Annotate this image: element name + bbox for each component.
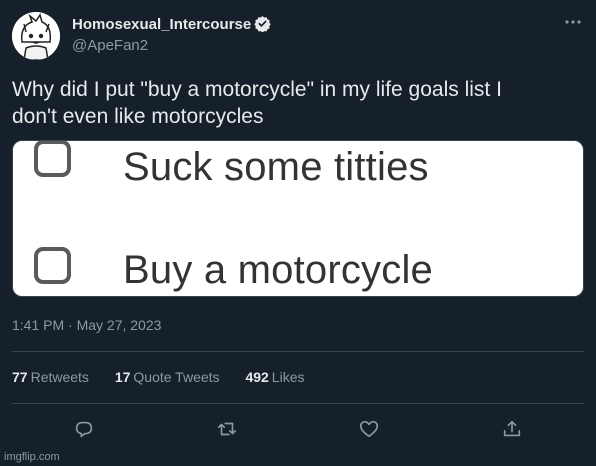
divider [12, 403, 584, 404]
likes-label: Likes [271, 369, 305, 385]
watermark: imgflip.com [4, 451, 60, 463]
retweets-stat[interactable]: 77 Retweets [12, 369, 89, 385]
verified-badge-icon [254, 15, 271, 36]
display-name-text[interactable]: Homosexual_Intercourse [72, 16, 251, 33]
quote-tweets-stat[interactable]: 17 Quote Tweets [115, 369, 220, 385]
display-name[interactable]: Homosexual_Intercourse [72, 15, 271, 36]
checklist-item-label: Suck some titties [123, 145, 429, 189]
like-icon[interactable] [358, 418, 380, 440]
tweet: Homosexual_Intercourse @ApeFan2 Why did … [0, 0, 596, 466]
tweet-text-line: don't even like motorcycles [12, 105, 264, 128]
quotes-label: Quote Tweets [133, 369, 220, 385]
more-icon[interactable] [562, 15, 584, 29]
reply-icon[interactable] [73, 418, 95, 440]
retweets-label: Retweets [30, 369, 89, 385]
checklist-item-label: Buy a motorcycle [123, 248, 433, 292]
divider [12, 351, 584, 352]
handle[interactable]: @ApeFan2 [72, 37, 148, 54]
share-icon[interactable] [501, 418, 523, 440]
quotes-count: 17 [114, 369, 131, 385]
checkbox-icon [34, 247, 71, 284]
likes-stat[interactable]: 492 Likes [245, 369, 304, 385]
tweet-text-line: Why did I put "buy a motorcycle" in my l… [12, 78, 502, 101]
avatar[interactable] [12, 12, 60, 60]
media-image[interactable]: Suck some titties Buy a motorcycle [12, 140, 584, 297]
retweet-icon[interactable] [216, 418, 238, 440]
action-bar [0, 418, 596, 442]
checkbox-icon [34, 141, 71, 177]
tweet-text: Why did I put "buy a motorcycle" in my l… [12, 76, 582, 130]
timestamp[interactable]: 1:41 PM · May 27, 2023 [12, 317, 161, 333]
retweets-count: 77 [12, 369, 28, 385]
engagement-stats: 77 Retweets 17 Quote Tweets 492 Likes [12, 369, 326, 385]
likes-count: 492 [245, 369, 269, 385]
